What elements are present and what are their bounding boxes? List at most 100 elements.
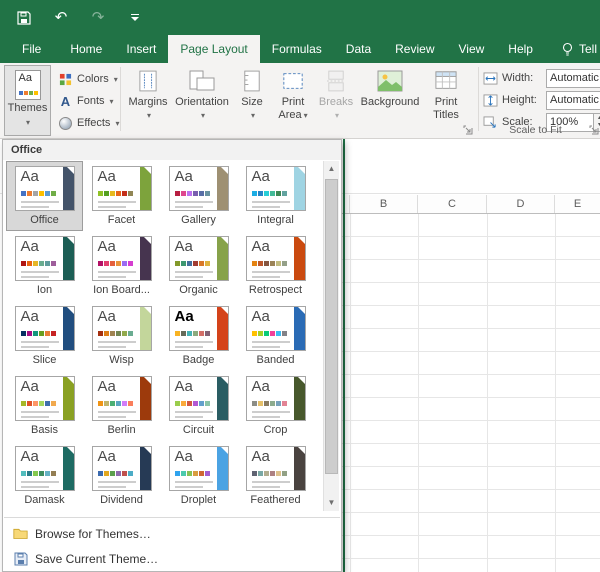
theme-label: Retrospect xyxy=(248,284,303,296)
theme-swatch xyxy=(257,471,263,476)
effects-icon xyxy=(58,116,73,131)
theme-swatch xyxy=(257,401,263,406)
tab-file[interactable]: File xyxy=(8,35,55,63)
thumb-text-line xyxy=(20,271,59,273)
theme-swatch xyxy=(198,471,204,476)
width-select[interactable]: Automatic xyxy=(546,68,600,88)
theme-swatch xyxy=(180,331,186,336)
margins-button[interactable]: Margins xyxy=(125,66,171,134)
theme-item-facet[interactable]: Aa Facet xyxy=(83,161,160,231)
undo-icon[interactable]: ↶ xyxy=(52,9,70,27)
theme-item-wisp[interactable]: Aa Wisp xyxy=(83,301,160,371)
theme-swatch xyxy=(186,471,192,476)
page-curl xyxy=(66,377,74,384)
theme-item-circuit[interactable]: Aa Circuit xyxy=(160,371,237,441)
page-setup-dialog-launcher[interactable] xyxy=(462,124,474,136)
page-curl xyxy=(143,377,151,384)
themes-button[interactable]: Aa Themes xyxy=(4,65,51,136)
height-label: Height: xyxy=(502,94,537,106)
theme-swatch xyxy=(44,331,50,336)
theme-item-dividend[interactable]: Aa Dividend xyxy=(83,441,160,511)
page-curl xyxy=(66,167,74,174)
theme-item-crop[interactable]: Aa Crop xyxy=(237,371,314,441)
scale-to-fit-dialog-launcher[interactable] xyxy=(588,124,600,136)
scroll-up-icon[interactable]: ▲ xyxy=(324,161,339,177)
theme-swatch xyxy=(97,191,103,196)
themes-icon: Aa xyxy=(14,70,41,100)
effects-button[interactable]: Effects xyxy=(58,113,119,133)
theme-item-feathered[interactable]: Aa Feathered xyxy=(237,441,314,511)
gallery-scrollbar[interactable]: ▲ ▼ xyxy=(323,161,339,511)
theme-swatch xyxy=(50,471,56,476)
column-header-d[interactable]: D xyxy=(487,195,555,213)
print-area-button[interactable]: Print Area xyxy=(273,66,313,134)
tab-review[interactable]: Review xyxy=(383,35,446,63)
theme-item-basis[interactable]: Aa Basis xyxy=(6,371,83,441)
size-button[interactable]: Size xyxy=(233,66,271,134)
theme-swatch xyxy=(263,471,269,476)
theme-swatch xyxy=(174,471,180,476)
browse-for-themes-item[interactable]: Browse for Themes… xyxy=(4,521,340,546)
theme-swatch xyxy=(251,471,257,476)
theme-swatch xyxy=(103,471,109,476)
theme-label: Damask xyxy=(24,494,65,506)
theme-item-damask[interactable]: Aa Damask xyxy=(6,441,83,511)
theme-item-slice[interactable]: Aa Slice xyxy=(6,301,83,371)
thumb-text-line xyxy=(174,201,213,203)
tab-help[interactable]: Help xyxy=(496,35,545,63)
height-select[interactable]: Automatic xyxy=(546,90,600,110)
save-current-theme-item[interactable]: Save Current Theme… xyxy=(4,546,340,571)
tab-insert[interactable]: Insert xyxy=(114,35,168,63)
dropdown-section-header: Office xyxy=(3,140,341,160)
theme-item-integral[interactable]: Aa Integral xyxy=(237,161,314,231)
theme-label: Dividend xyxy=(100,494,143,506)
theme-item-ion[interactable]: Aa Ion xyxy=(6,231,83,301)
column-header-b[interactable]: B xyxy=(350,195,418,213)
colors-icon xyxy=(58,72,73,87)
column-header-e[interactable]: E xyxy=(555,195,600,213)
theme-item-gallery[interactable]: Aa Gallery xyxy=(160,161,237,231)
theme-item-organic[interactable]: Aa Organic xyxy=(160,231,237,301)
tab-label: Formulas xyxy=(271,42,322,56)
fonts-button[interactable]: Fonts xyxy=(58,91,114,111)
column-header-c[interactable]: C xyxy=(418,195,487,213)
scrollbar-thumb[interactable] xyxy=(325,179,338,474)
theme-item-banded[interactable]: Aa Banded xyxy=(237,301,314,371)
selection-border xyxy=(343,139,345,572)
theme-swatch xyxy=(204,331,210,336)
page-curl xyxy=(143,237,151,244)
theme-swatch xyxy=(103,331,109,336)
redo-icon[interactable]: ↷ xyxy=(89,9,107,27)
print-area-icon xyxy=(282,66,304,96)
theme-item-ion-board[interactable]: Aa Ion Board... xyxy=(83,231,160,301)
theme-item-retrospect[interactable]: Aa Retrospect xyxy=(237,231,314,301)
theme-item-badge[interactable]: Aa Badge xyxy=(160,301,237,371)
tab-page-layout[interactable]: Page Layout xyxy=(168,35,260,63)
width-value: Automatic xyxy=(550,72,599,84)
theme-swatch xyxy=(198,261,204,266)
tab-view[interactable]: View xyxy=(447,35,497,63)
theme-item-berlin[interactable]: Aa Berlin xyxy=(83,371,160,441)
size-icon xyxy=(243,66,261,96)
theme-label: Berlin xyxy=(107,424,136,436)
tab-label: Page Layout xyxy=(180,42,248,56)
scroll-down-icon[interactable]: ▼ xyxy=(324,495,339,511)
thumb-text-line xyxy=(20,341,59,343)
save-icon[interactable] xyxy=(15,9,33,27)
themes-dropdown: Office Aa Office Aa Facet Aa Gallery Aa Integra… xyxy=(2,139,342,572)
cell-grid[interactable] xyxy=(342,214,600,572)
theme-label: Slice xyxy=(32,354,57,366)
theme-swatches xyxy=(20,331,56,336)
theme-item-office[interactable]: Aa Office xyxy=(6,161,83,231)
background-button[interactable]: Background xyxy=(359,66,421,134)
theme-swatch xyxy=(20,191,26,196)
colors-button[interactable]: Colors xyxy=(58,69,118,89)
tab-formulas[interactable]: Formulas xyxy=(260,35,334,63)
tab-home[interactable]: Home xyxy=(58,35,114,63)
tab-tell-me-w[interactable]: Tell me w xyxy=(549,35,600,63)
theme-swatch xyxy=(263,331,269,336)
customize-quick-access-icon[interactable] xyxy=(126,9,144,27)
tab-data[interactable]: Data xyxy=(334,35,383,63)
orientation-button[interactable]: Orientation xyxy=(173,66,231,134)
theme-item-droplet[interactable]: Aa Droplet xyxy=(160,441,237,511)
